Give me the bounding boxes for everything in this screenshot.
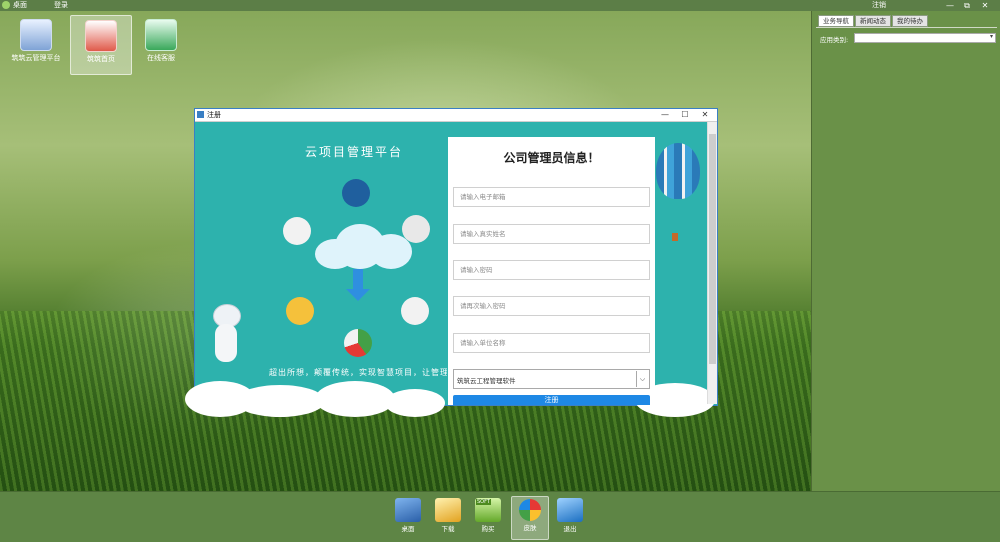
dialog-title-bar: 注册 — ☐ ✕: [195, 109, 717, 122]
taskbar-label: 下载: [441, 525, 455, 533]
company-field-wrap: [453, 333, 650, 353]
email-field[interactable]: [454, 188, 645, 206]
taskbar-desktop[interactable]: 桌面: [390, 496, 426, 538]
download-arrow-head-icon: [346, 289, 370, 301]
desktop-icon-label: 筑筑云管理平台: [11, 54, 61, 62]
picture-icon: [286, 297, 314, 325]
taskbar-label: 桌面: [401, 525, 415, 533]
minimize-button[interactable]: —: [944, 1, 956, 10]
form-heading: 公司管理员信息！: [503, 151, 600, 165]
taskbar-buy[interactable]: SOFT 购买: [470, 496, 506, 538]
window-title: 桌面: [13, 1, 27, 9]
realname-field-wrap: [453, 224, 650, 244]
tab-news[interactable]: 新闻动态: [855, 15, 891, 27]
company-field[interactable]: [454, 334, 645, 352]
password-field-wrap: [453, 260, 650, 280]
taskbar-download[interactable]: 下载: [430, 496, 466, 538]
software-select-value: 筑筑云工程管理软件: [457, 377, 516, 385]
dialog-app-icon: [197, 111, 204, 118]
taskbar-skin[interactable]: 皮肤: [511, 496, 549, 540]
register-submit-button[interactable]: 注册: [453, 395, 650, 405]
cloud-hill: [315, 381, 395, 417]
password-confirm-field[interactable]: [454, 297, 645, 315]
scrollbar-thumb[interactable]: [709, 134, 716, 364]
hot-air-balloon-icon: [656, 143, 700, 199]
home-icon: [85, 20, 117, 52]
email-field-wrap: [453, 187, 650, 207]
download-arrow-icon: [353, 269, 363, 291]
close-button[interactable]: ✕: [979, 1, 991, 10]
admin-info-form: 公司管理员信息！ 筑筑云工程管理软件 ⌵ 注册: [448, 137, 655, 405]
taskbar-label: 退出: [563, 525, 577, 533]
dialog-maximize-button[interactable]: ☐: [677, 109, 693, 121]
taskbar-label: 皮肤: [523, 524, 537, 532]
password-field[interactable]: [454, 261, 645, 279]
register-dialog: 注册 — ☐ ✕ 云项目管理平台 超出所想，颠覆传统，实现智慧项目，让管理更轻松…: [185, 108, 718, 417]
category-label: 应用类别:: [820, 36, 849, 44]
password-confirm-field-wrap: [453, 296, 650, 316]
monitor-icon: [20, 19, 52, 51]
email-icon: [342, 179, 370, 207]
folder-download-icon: [435, 498, 461, 522]
printer-icon: [402, 215, 430, 243]
taskbar-label: 购买: [481, 525, 495, 533]
dialog-title: 注册: [207, 111, 221, 119]
category-select[interactable]: ▾: [854, 33, 996, 43]
exit-car-icon: [557, 498, 583, 522]
pie-chart-icon: [344, 329, 372, 357]
desktop-icon-platform[interactable]: 筑筑云管理平台: [6, 15, 66, 73]
dialog-close-button[interactable]: ✕: [697, 109, 713, 121]
desktop-icon-label: 在线客服: [147, 54, 175, 62]
cloud-hill: [385, 389, 445, 417]
app-logo-icon: [2, 1, 10, 9]
tab-my-todo[interactable]: 我的待办: [892, 15, 928, 27]
menu-login[interactable]: 登录: [54, 1, 68, 10]
cloud-hill: [235, 385, 325, 417]
tab-business-nav[interactable]: 业务导航: [818, 15, 854, 27]
platform-title: 云项目管理平台: [305, 145, 404, 159]
taskbar: 桌面 下载 SOFT 购买 皮肤 退出: [0, 491, 1000, 542]
dialog-scrollbar[interactable]: [707, 122, 717, 404]
soft-buy-icon: SOFT: [475, 498, 501, 522]
phone-icon: [145, 19, 177, 51]
dialog-minimize-button[interactable]: —: [657, 109, 673, 121]
restore-button[interactable]: ⧉: [961, 1, 973, 10]
calculator-icon: [283, 217, 311, 245]
top-bar: 桌面 登录 注销 — ⧉ ✕: [0, 0, 1000, 11]
desktop-icon-service[interactable]: 在线客服: [131, 15, 191, 73]
side-panel: 业务导航 新闻动态 我的待办 应用类别: ▾: [811, 11, 1000, 491]
desktop-icon-label: 筑筑首页: [87, 55, 115, 63]
realname-field[interactable]: [454, 225, 645, 243]
desktop-icon: [395, 498, 421, 522]
pie-skin-icon: [519, 499, 541, 521]
side-tabs: 业务导航 新闻动态 我的待办: [818, 15, 929, 27]
software-select[interactable]: 筑筑云工程管理软件 ⌵: [453, 369, 650, 389]
balloon-basket-icon: [672, 233, 678, 241]
soft-badge: SOFT: [476, 499, 491, 505]
robot-body-icon: [215, 324, 237, 362]
chevron-down-icon: ▾: [989, 33, 993, 40]
logout-link[interactable]: 注销: [872, 1, 886, 10]
side-tab-content: 应用类别: ▾: [816, 27, 997, 488]
taskbar-exit[interactable]: 退出: [552, 496, 588, 538]
folder-icon: [401, 297, 429, 325]
chevron-down-icon: ⌵: [636, 371, 648, 387]
desktop-icon-home[interactable]: 筑筑首页: [70, 15, 132, 75]
